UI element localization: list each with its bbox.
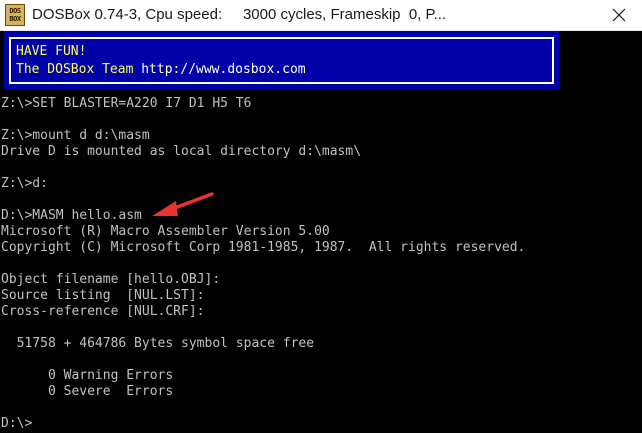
close-icon [612, 8, 626, 22]
console-line: Object filename [hello.OBJ]: [1, 272, 221, 287]
console-line: Z:\>d: [1, 176, 48, 191]
console-line: D:\> [1, 416, 33, 431]
console-line: 0 Severe Errors [1, 384, 174, 399]
console-line: 0 Warning Errors [1, 368, 174, 383]
red-arrow-annotation [152, 192, 214, 216]
console-line: Z:\>SET BLASTER=A220 I7 D1 H5 T6 [1, 96, 252, 111]
console-line: Cross-reference [NUL.CRF]: [1, 304, 205, 319]
console-line: Drive D is mounted as local directory d:… [1, 144, 362, 159]
console-line: Source listing [NUL.LST]: [1, 288, 205, 303]
banner-team-text: The DOSBox Team [16, 62, 142, 77]
console-line: D:\>MASM hello.asm [1, 208, 142, 223]
banner-line-team: The DOSBox Team http://www.dosbox.com [16, 62, 306, 78]
dosbox-window: DOS BOX DOSBox 0.74-3, Cpu speed: 3000 c… [0, 0, 642, 433]
console-line: Microsoft (R) Macro Assembler Version 5.… [1, 224, 330, 239]
close-button[interactable] [596, 0, 642, 30]
banner-line-have-fun: HAVE FUN! [16, 44, 87, 59]
banner-url: http://www.dosbox.com [141, 62, 306, 77]
title-bar[interactable]: DOS BOX DOSBox 0.74-3, Cpu speed: 3000 c… [0, 0, 642, 31]
app-icon-text-bottom: BOX [9, 15, 21, 23]
console-line: 51758 + 464786 Bytes symbol space free [1, 336, 315, 351]
console-line: Copyright (C) Microsoft Corp 1981-1985, … [1, 240, 526, 255]
welcome-banner: HAVE FUN! The DOSBox Team http://www.dos… [4, 31, 559, 89]
app-icon-text-top: DOS [9, 7, 21, 15]
console-line: Z:\>mount d d:\masm [1, 128, 150, 143]
window-title: DOSBox 0.74-3, Cpu speed: 3000 cycles, F… [32, 6, 447, 23]
dosbox-app-icon[interactable]: DOS BOX [5, 4, 25, 26]
console-output[interactable]: Z:\>SET BLASTER=A220 I7 D1 H5 T6 Z:\>moun… [0, 96, 642, 432]
